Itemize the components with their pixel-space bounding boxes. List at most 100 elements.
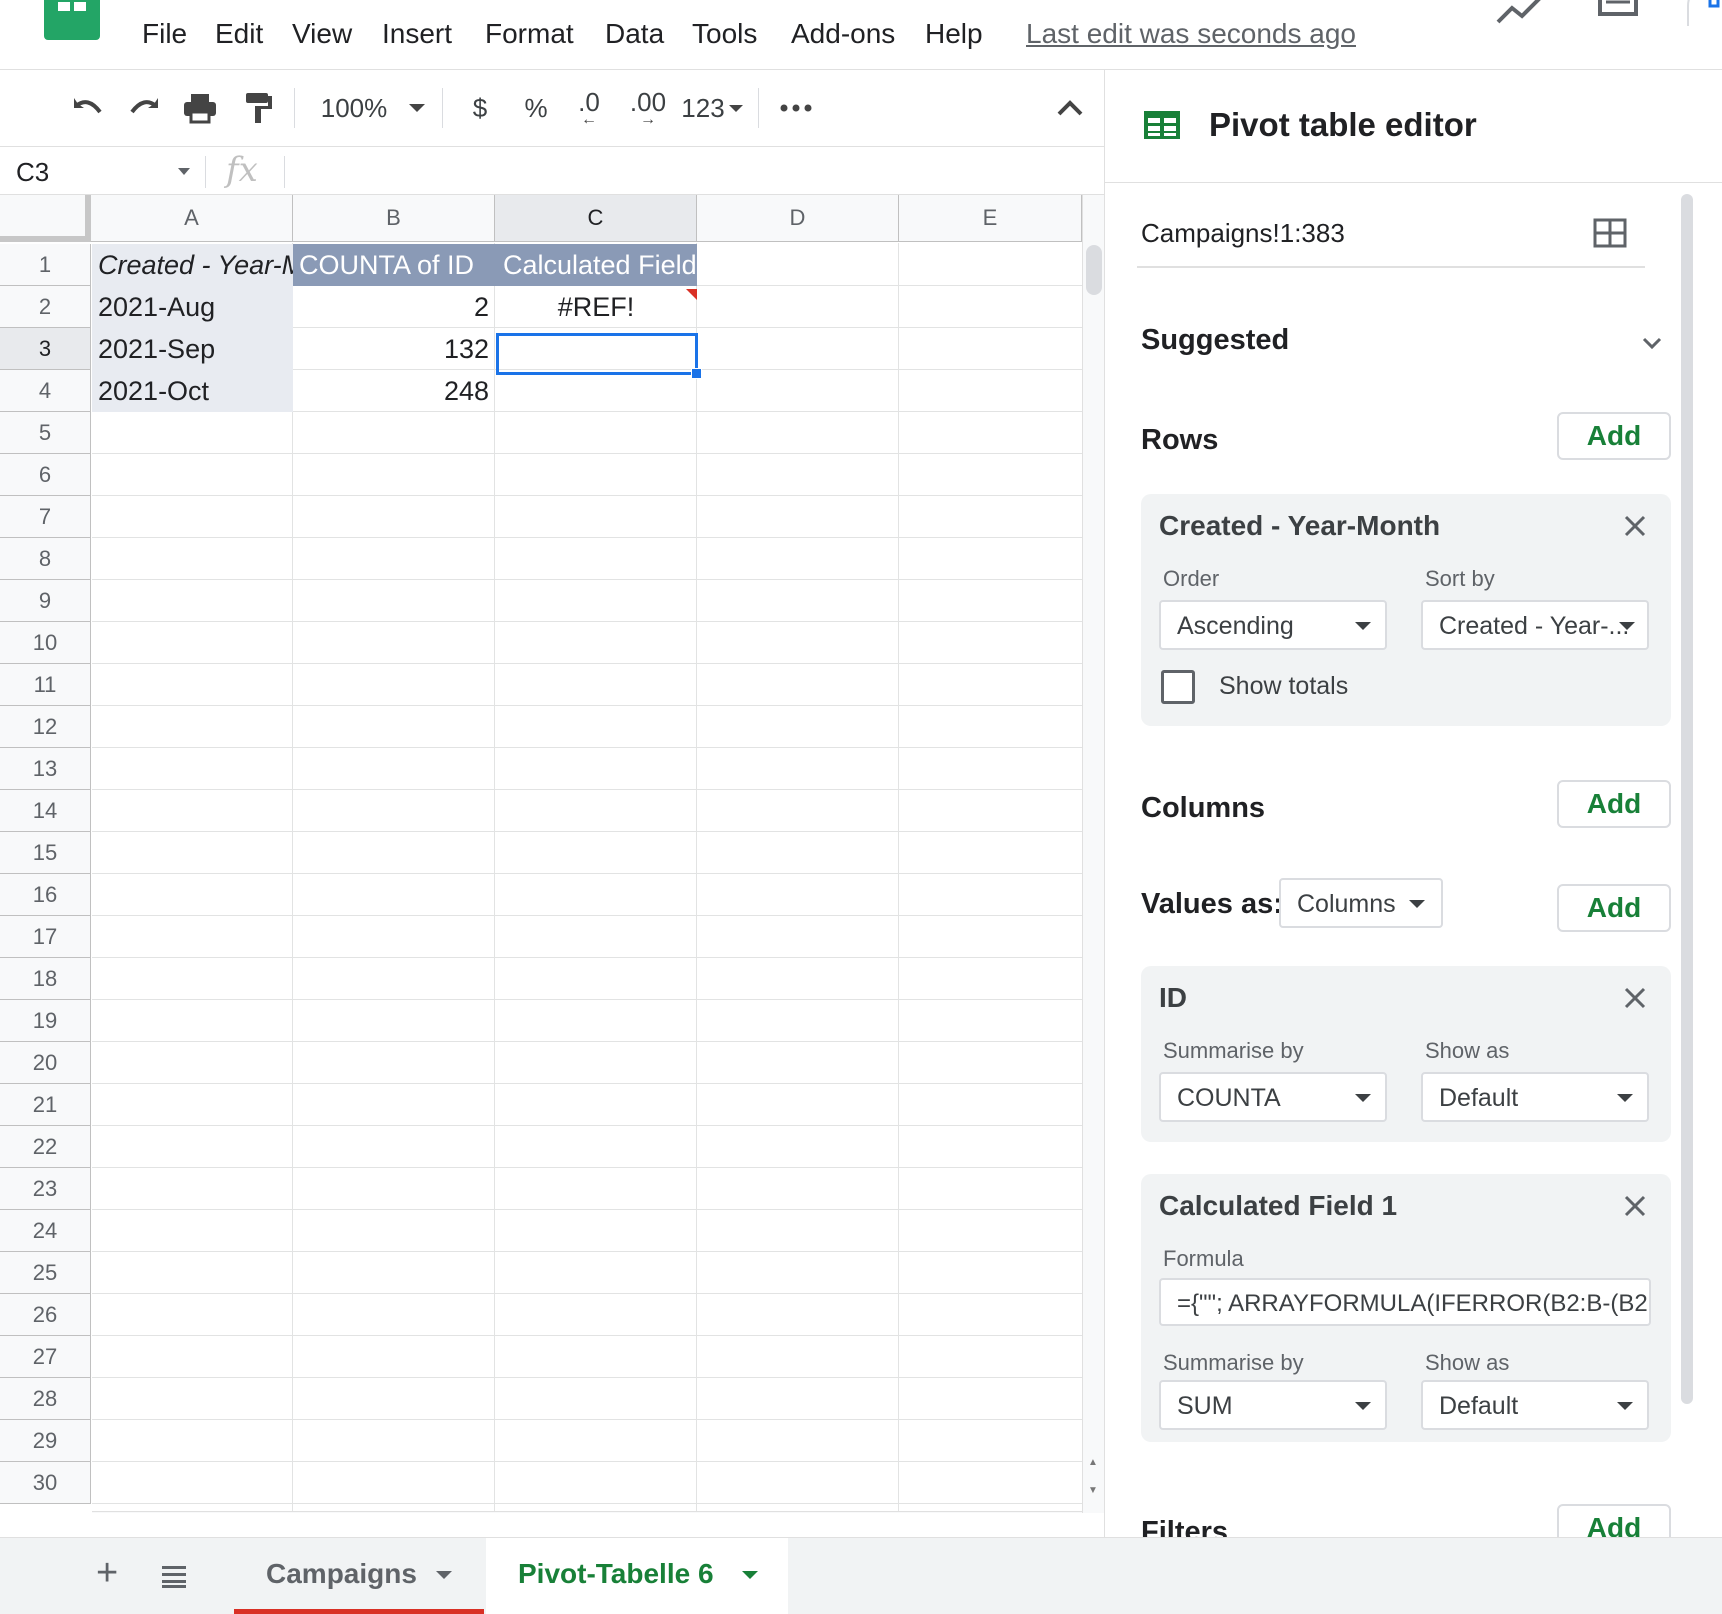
row-header[interactable]: 2 <box>0 286 91 328</box>
increase-decimal-button[interactable]: .00 → <box>622 86 674 130</box>
row-header[interactable]: 19 <box>0 1000 91 1042</box>
currency-format-button[interactable]: $ <box>462 86 498 130</box>
select-range-grid-icon[interactable] <box>1593 218 1627 248</box>
collapse-toolbar-icon[interactable] <box>1052 86 1088 130</box>
row-header[interactable]: 11 <box>0 664 91 706</box>
vertical-scrollbar[interactable]: ▲ ▼ <box>1082 195 1104 1513</box>
zoom-select[interactable]: 100% <box>318 86 428 130</box>
pivot-count-cell[interactable]: 132 <box>293 328 495 370</box>
show-totals-checkbox[interactable] <box>1161 670 1195 704</box>
menu-view[interactable]: View <box>292 18 352 50</box>
row-header[interactable]: 26 <box>0 1294 91 1336</box>
show-as-select[interactable]: Default <box>1421 1072 1649 1122</box>
redo-icon[interactable] <box>122 86 166 130</box>
error-indicator[interactable] <box>686 289 697 300</box>
pivot-row-label[interactable]: 2021-Oct <box>92 370 293 412</box>
name-box[interactable]: C3 <box>0 148 200 194</box>
row-header[interactable]: 4 <box>0 370 91 412</box>
print-icon[interactable] <box>178 86 222 130</box>
comments-icon[interactable] <box>1594 0 1644 26</box>
scroll-up-icon[interactable]: ▲ <box>1088 1457 1098 1468</box>
row-header[interactable]: 10 <box>0 622 91 664</box>
number-format-select[interactable]: 123 <box>680 86 744 130</box>
menu-tools[interactable]: Tools <box>692 18 757 50</box>
decrease-decimal-button[interactable]: .0 ← <box>568 86 610 130</box>
calculated-formula-input[interactable]: ={""; ARRAYFORMULA(IFERROR(B2:B-(B2:B-B <box>1159 1278 1651 1326</box>
menu-insert[interactable]: Insert <box>382 18 452 50</box>
close-icon[interactable] <box>1619 1190 1651 1222</box>
sheets-logo-icon[interactable] <box>44 0 100 40</box>
row-header[interactable]: 27 <box>0 1336 91 1378</box>
selected-cell-outline[interactable] <box>496 333 698 375</box>
chevron-down-icon[interactable] <box>1641 336 1663 350</box>
column-header-b[interactable]: B <box>293 195 495 242</box>
order-select[interactable]: Ascending <box>1159 600 1387 650</box>
row-header[interactable]: 16 <box>0 874 91 916</box>
row-header[interactable]: 5 <box>0 412 91 454</box>
pivot-calc-cell[interactable]: #REF! <box>495 286 697 328</box>
activity-trend-icon[interactable] <box>1494 0 1544 26</box>
add-column-button[interactable]: Add <box>1557 780 1671 828</box>
row-header[interactable]: 13 <box>0 748 91 790</box>
show-as-select[interactable]: Default <box>1421 1380 1649 1430</box>
last-edit-link[interactable]: Last edit was seconds ago <box>1026 18 1356 50</box>
scroll-down-icon[interactable]: ▼ <box>1088 1485 1098 1496</box>
menu-format[interactable]: Format <box>485 18 574 50</box>
fill-handle[interactable] <box>691 368 702 379</box>
pivot-row-header[interactable]: Created - Year-Month <box>92 244 293 286</box>
row-header[interactable]: 7 <box>0 496 91 538</box>
menu-add-ons[interactable]: Add-ons <box>791 18 895 50</box>
row-header[interactable]: 28 <box>0 1378 91 1420</box>
row-header[interactable]: 8 <box>0 538 91 580</box>
formula-input[interactable] <box>300 148 1070 194</box>
row-header[interactable]: 30 <box>0 1462 91 1504</box>
column-header-a[interactable]: A <box>91 195 293 242</box>
row-header[interactable]: 23 <box>0 1168 91 1210</box>
suggested-title[interactable]: Suggested <box>1141 324 1289 357</box>
row-header[interactable]: 29 <box>0 1420 91 1462</box>
menu-edit[interactable]: Edit <box>215 18 263 50</box>
add-value-button[interactable]: Add <box>1557 884 1671 932</box>
row-header[interactable]: 17 <box>0 916 91 958</box>
column-header-c[interactable]: C <box>495 195 697 242</box>
row-header[interactable]: 21 <box>0 1084 91 1126</box>
all-sheets-icon[interactable] <box>160 1564 188 1588</box>
pivot-row-label[interactable]: 2021-Sep <box>92 328 293 370</box>
share-button-edge-icon[interactable] <box>1684 0 1722 26</box>
pivot-row-label[interactable]: 2021-Aug <box>92 286 293 328</box>
row-header[interactable]: 1 <box>0 244 91 286</box>
row-header[interactable]: 14 <box>0 790 91 832</box>
menu-help[interactable]: Help <box>925 18 983 50</box>
scrollbar-thumb[interactable] <box>1086 245 1102 295</box>
sheet-tab-campaigns[interactable]: Campaigns <box>234 1538 484 1614</box>
row-header[interactable]: 24 <box>0 1210 91 1252</box>
sort-by-select[interactable]: Created - Year-... <box>1421 600 1649 650</box>
select-all-corner[interactable] <box>0 195 91 242</box>
row-header[interactable]: 22 <box>0 1126 91 1168</box>
panel-scrollbar[interactable] <box>1681 194 1693 1404</box>
pivot-calc-cell[interactable] <box>495 370 697 412</box>
row-header[interactable]: 3 <box>0 328 91 370</box>
percent-format-button[interactable]: % <box>518 86 554 130</box>
row-header[interactable]: 6 <box>0 454 91 496</box>
paint-format-icon[interactable] <box>236 86 280 130</box>
pivot-value-header[interactable]: COUNTA of ID <box>293 244 495 286</box>
row-header[interactable]: 20 <box>0 1042 91 1084</box>
column-header-e[interactable]: E <box>899 195 1082 242</box>
pivot-count-cell[interactable]: 248 <box>293 370 495 412</box>
row-header[interactable]: 25 <box>0 1252 91 1294</box>
pivot-calculated-header[interactable]: Calculated Field <box>495 244 697 286</box>
pivot-count-cell[interactable]: 2 <box>293 286 495 328</box>
values-as-select[interactable]: Columns <box>1279 878 1443 928</box>
add-row-button[interactable]: Add <box>1557 412 1671 460</box>
add-sheet-icon[interactable]: + <box>96 1552 118 1595</box>
row-header[interactable]: 18 <box>0 958 91 1000</box>
undo-icon[interactable] <box>66 86 110 130</box>
horizontal-scrollbar[interactable]: ◀ ▶ <box>92 1511 1082 1513</box>
menu-data[interactable]: Data <box>605 18 664 50</box>
row-header[interactable]: 9 <box>0 580 91 622</box>
row-header[interactable]: 15 <box>0 832 91 874</box>
add-filter-button[interactable]: Add <box>1557 1504 1671 1538</box>
more-options-icon[interactable] <box>776 86 816 130</box>
close-icon[interactable] <box>1619 982 1651 1014</box>
